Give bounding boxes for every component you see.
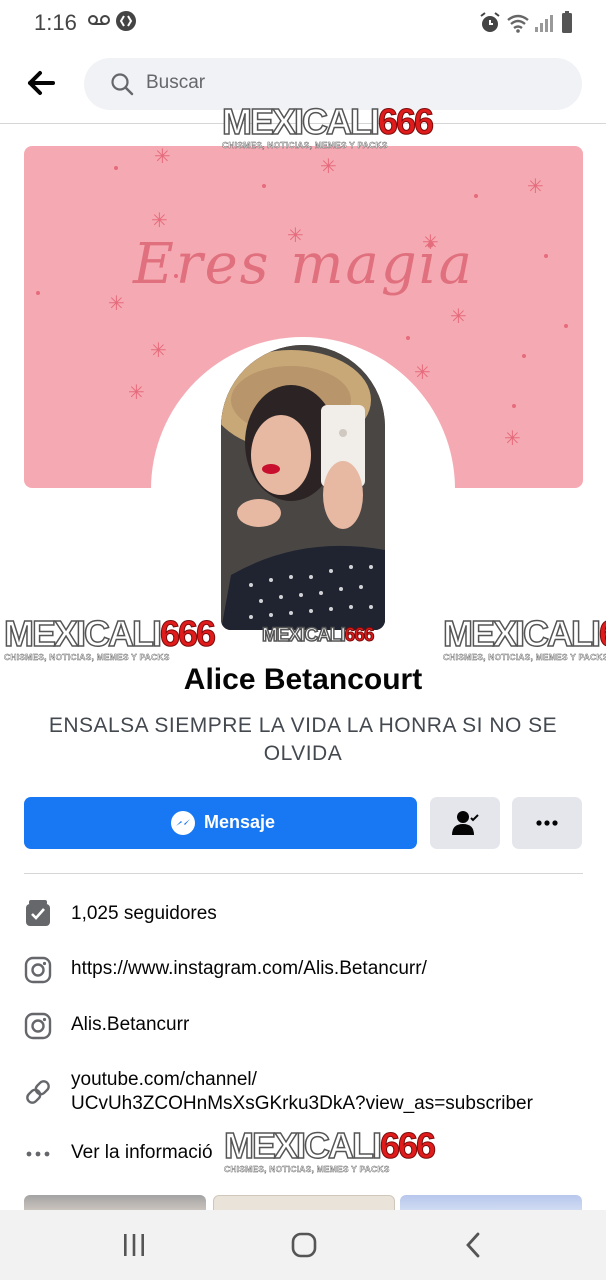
profile-picture[interactable] <box>221 345 385 630</box>
star-decoration: ✳ <box>422 232 439 254</box>
home-icon[interactable] <box>291 1232 317 1258</box>
star-decoration: ✳ <box>151 210 168 232</box>
recents-icon[interactable] <box>122 1234 146 1256</box>
watermark-logo: MEXICALI666 CHISMES, NOTICIAS, MEMES Y P… <box>221 101 434 150</box>
more-options-button[interactable] <box>512 797 582 849</box>
dot-decoration <box>174 274 178 278</box>
instagram-icon <box>24 956 52 984</box>
alarm-icon <box>480 12 500 32</box>
dot-decoration <box>406 336 410 340</box>
messenger-icon <box>171 811 195 835</box>
clock: 1:16 <box>34 10 77 35</box>
dot-decoration <box>522 354 526 358</box>
youtube-link-line1[interactable]: youtube.com/channel/ <box>71 1069 257 1091</box>
dot-decoration <box>512 404 516 408</box>
star-decoration: ✳ <box>504 428 521 450</box>
watermark-logo-small: MEXICALI666 <box>261 625 375 647</box>
dot-decoration <box>474 194 478 198</box>
wifi-icon <box>507 14 529 33</box>
star-decoration: ✳ <box>150 340 167 362</box>
star-decoration: ✳ <box>527 176 544 198</box>
dot-decoration <box>36 291 40 295</box>
dot-decoration <box>262 184 266 188</box>
nav-back-icon[interactable] <box>464 1232 482 1258</box>
divider <box>24 873 583 874</box>
star-decoration: ✳ <box>108 293 125 315</box>
profile-bio: ENSALSA SIEMPRE LA VIDA LA HONRA SI NO S… <box>48 714 558 765</box>
dot-decoration <box>564 324 568 328</box>
dot-decoration <box>114 166 118 170</box>
friend-check-icon <box>452 811 479 835</box>
signal-icon <box>535 15 553 32</box>
message-button[interactable]: Mensaje <box>24 797 417 849</box>
profile-name: Alice Betancourt <box>183 663 423 696</box>
shazam-icon <box>116 11 136 31</box>
see-about-info[interactable]: Ver la informació <box>71 1142 213 1164</box>
watermark-logo: MEXICALI666 CHISMES, NOTICIAS, MEMES Y P… <box>3 613 216 662</box>
followers-count: 1,025 seguidores <box>71 903 217 924</box>
star-decoration: ✳ <box>414 362 431 384</box>
star-decoration: ✳ <box>287 225 304 247</box>
star-decoration: ✳ <box>128 382 145 404</box>
youtube-link-line2[interactable]: UCvUh3ZCOHnMsXsGKrku3DkA?view_as=subscri… <box>71 1093 533 1115</box>
watermark-logo: MEXICALI666 CHISMES, NOTICIAS, MEMES Y P… <box>223 1125 436 1174</box>
star-decoration: ✳ <box>320 156 337 178</box>
search-input[interactable]: Buscar <box>146 72 205 94</box>
search-icon <box>110 72 134 96</box>
watermark-logo: MEXICALI666 CHISMES, NOTICIAS, MEMES Y P… <box>442 613 606 662</box>
instagram-link[interactable]: https://www.instagram.com/Alis.Betancurr… <box>71 958 427 980</box>
battery-icon <box>562 11 572 33</box>
more-dots-icon <box>536 820 558 826</box>
instagram-username[interactable]: Alis.Betancurr <box>71 1014 189 1036</box>
instagram-icon <box>24 1012 52 1040</box>
followers-icon <box>24 899 52 927</box>
status-icons <box>478 10 578 36</box>
link-icon <box>24 1078 52 1106</box>
friend-button[interactable] <box>430 797 500 849</box>
back-arrow-icon[interactable] <box>26 70 56 96</box>
status-bar: 1:16 <box>0 0 606 46</box>
dot-decoration <box>544 254 548 258</box>
star-decoration: ✳ <box>450 306 467 328</box>
android-nav-bar <box>0 1210 606 1280</box>
more-info-icon <box>24 1140 52 1168</box>
star-decoration: ✳ <box>154 146 171 168</box>
voicemail-icon <box>88 13 110 32</box>
message-button-label: Mensaje <box>204 812 276 832</box>
